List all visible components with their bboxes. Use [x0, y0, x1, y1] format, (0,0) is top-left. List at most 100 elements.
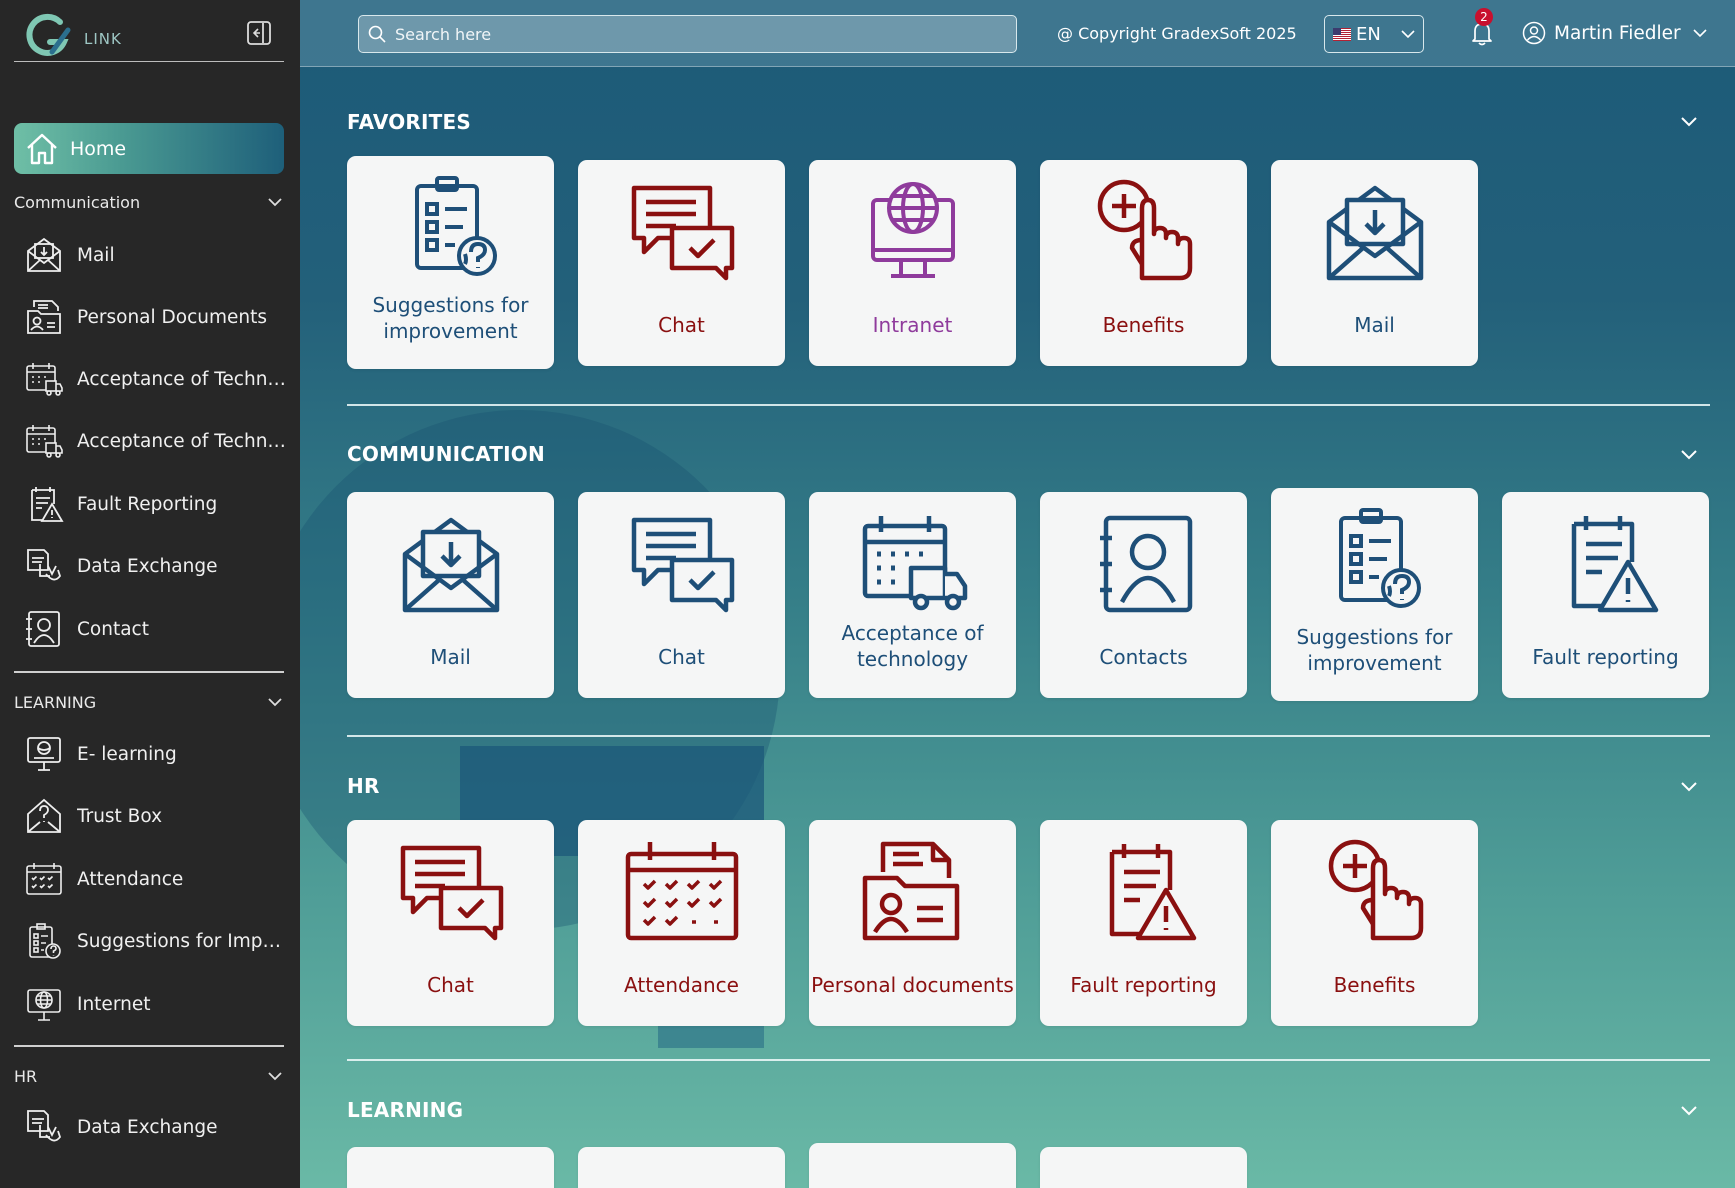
suggestions-icon — [414, 176, 497, 276]
card-label: Fault reporting — [1070, 973, 1217, 997]
card-label: Suggestions for improvement — [1296, 625, 1453, 675]
mail-icon — [402, 517, 499, 613]
card-label: Mail — [1354, 313, 1395, 337]
sidebar-item-label: Contact — [77, 618, 149, 640]
card-fault-reporting[interactable]: Fault reporting — [1040, 820, 1247, 1026]
chevron-down-icon — [268, 198, 282, 207]
language-code: EN — [1356, 23, 1381, 45]
section-title-favorites: FAVORITES — [347, 110, 471, 134]
card-learning-partial[interactable] — [347, 1147, 554, 1188]
suggestions-icon — [29, 923, 61, 959]
sidebar-item-contact[interactable]: Contact — [24, 606, 294, 652]
section-title-hr: HR — [347, 774, 380, 798]
section-title-learning: LEARNING — [347, 1098, 464, 1122]
card-label: Chat — [427, 973, 474, 997]
sidebar-section-learning[interactable]: LEARNING — [14, 690, 284, 714]
sidebar-item-data-exchange[interactable]: Data Exchange — [24, 543, 294, 589]
us-flag-icon — [1333, 27, 1351, 41]
chevron-down-icon — [268, 1072, 282, 1081]
copyright-text: @ Copyright GradexSoft 2025 — [1057, 24, 1297, 43]
chevron-down-icon[interactable] — [1678, 110, 1700, 132]
sidebar-item-acceptance-technology-1[interactable]: Acceptance of Techno... — [24, 356, 294, 402]
chat-icon — [400, 845, 503, 941]
sidebar-item-label: Acceptance of Techno... — [77, 368, 287, 390]
collapse-sidebar-icon[interactable] — [246, 20, 272, 46]
delivery-calendar-icon — [26, 363, 63, 396]
personal-documents-icon — [27, 300, 61, 334]
e-learning-icon — [27, 737, 61, 771]
section-divider — [347, 1059, 1710, 1061]
language-selector[interactable]: EN — [1324, 15, 1424, 53]
sidebar-item-label: Data Exchange — [77, 555, 218, 577]
user-avatar-icon — [1522, 21, 1546, 45]
sidebar-item-e-learning[interactable]: E- learning — [24, 731, 294, 777]
sidebar-item-acceptance-technology-2[interactable]: Acceptance of Techno... — [24, 418, 294, 464]
card-chat[interactable]: Chat — [578, 492, 785, 698]
chevron-down-icon[interactable] — [1678, 775, 1700, 797]
card-suggestions-for-improvement[interactable]: Suggestions for improvement — [347, 156, 554, 369]
user-name: Martin Fiedler — [1554, 22, 1681, 44]
chevron-down-icon — [268, 698, 282, 707]
card-mail[interactable]: Mail — [1271, 160, 1478, 366]
notification-badge: 2 — [1475, 8, 1493, 26]
card-personal-documents[interactable]: Personal documents — [809, 820, 1016, 1026]
sidebar-section-communication[interactable]: Communication — [14, 190, 284, 214]
home-icon — [27, 133, 57, 164]
chat-icon — [631, 185, 734, 281]
card-benefits[interactable]: Benefits — [1271, 820, 1478, 1026]
card-chat[interactable]: Chat — [578, 160, 785, 366]
card-fault-reporting[interactable]: Fault reporting — [1502, 492, 1709, 698]
card-learning-partial[interactable] — [578, 1147, 785, 1188]
chat-icon — [631, 517, 734, 613]
sidebar-item-internet[interactable]: Internet — [24, 981, 294, 1027]
card-label: Mail — [430, 645, 471, 669]
main-content: @ Copyright GradexSoft 2025 EN 2 Martin … — [300, 0, 1735, 1188]
card-label: Chat — [658, 645, 705, 669]
card-label: Fault reporting — [1532, 645, 1679, 669]
card-label: Benefits — [1333, 973, 1416, 997]
sidebar-item-personal-documents[interactable]: Personal Documents — [24, 294, 294, 340]
search-input[interactable] — [395, 24, 995, 44]
card-chat[interactable]: Chat — [347, 820, 554, 1026]
search-box[interactable] — [358, 15, 1017, 53]
card-attendance[interactable]: Attendance — [578, 820, 785, 1026]
sidebar-item-mail[interactable]: Mail — [24, 232, 294, 278]
card-acceptance-of-technology[interactable]: Acceptance of technology — [809, 492, 1016, 698]
sidebar-section-hr[interactable]: HR — [14, 1064, 284, 1088]
intranet-icon — [870, 182, 955, 278]
sidebar-item-home[interactable]: Home — [14, 123, 284, 174]
fault-report-icon — [31, 487, 64, 522]
card-label: Personal documents — [811, 973, 1014, 997]
sidebar-item-label: Internet — [77, 993, 151, 1015]
user-menu[interactable]: Martin Fiedler — [1522, 18, 1709, 48]
card-label: Suggestions for improvement — [372, 293, 529, 343]
sidebar-item-label: E- learning — [77, 743, 177, 765]
card-label: Contacts — [1099, 645, 1188, 669]
sidebar-item-hr-data-exchange[interactable]: Data Exchange — [24, 1104, 294, 1150]
delivery-calendar-icon — [862, 516, 967, 611]
card-contacts[interactable]: Contacts — [1040, 492, 1247, 698]
sidebar-item-label: Mail — [77, 244, 115, 266]
card-learning-partial[interactable] — [1040, 1147, 1247, 1188]
chevron-down-icon[interactable] — [1678, 443, 1700, 465]
card-label: Intranet — [872, 313, 953, 337]
section-label: Communication — [14, 192, 141, 212]
sidebar-item-suggestions[interactable]: Suggestions for Impro... — [24, 918, 294, 964]
internet-icon — [27, 989, 61, 1021]
card-benefits[interactable]: Benefits — [1040, 160, 1247, 366]
card-mail[interactable]: Mail — [347, 492, 554, 698]
sidebar-item-fault-reporting[interactable]: Fault Reporting — [24, 481, 294, 527]
fault-report-icon — [1109, 844, 1196, 941]
section-divider — [347, 735, 1710, 737]
personal-documents-icon — [862, 841, 959, 941]
card-label: Acceptance of technology — [841, 621, 984, 671]
card-intranet[interactable]: Intranet — [809, 160, 1016, 366]
card-learning-partial[interactable] — [809, 1143, 1016, 1188]
chevron-down-icon[interactable] — [1678, 1099, 1700, 1121]
sidebar-item-trust-box[interactable]: Trust Box — [24, 793, 294, 839]
contact-icon — [1099, 515, 1192, 613]
sidebar-item-attendance[interactable]: Attendance — [24, 856, 294, 902]
sidebar-item-label: Home — [70, 137, 127, 160]
sidebar-divider — [14, 671, 284, 673]
card-suggestions-for-improvement[interactable]: Suggestions for improvement — [1271, 488, 1478, 701]
